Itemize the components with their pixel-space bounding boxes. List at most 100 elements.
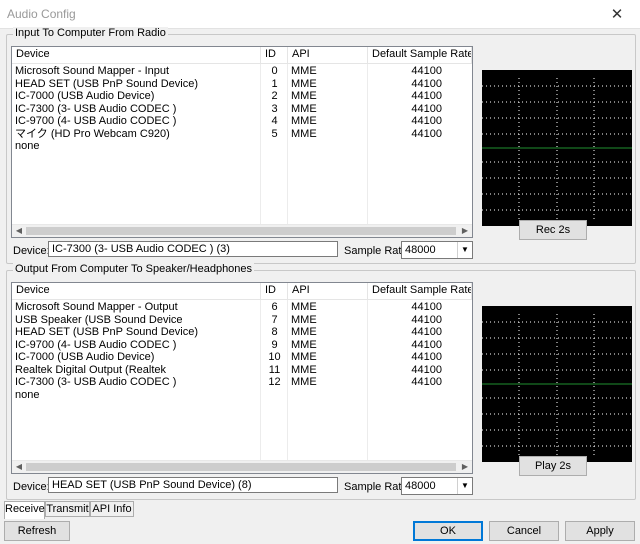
table-row[interactable]: Realtek Digital Output (Realtek 11 MME 4410… (12, 364, 472, 377)
cell-device: HEAD SET (USB PnP Sound Device) (15, 77, 199, 90)
table-row[interactable]: Microsoft Sound Mapper - Input 0 MME 44100 (12, 65, 472, 78)
output-device-list[interactable]: Device ID API Default Sample Rate Micros… (11, 282, 473, 474)
cell-device: IC-7300 (3- USB Audio CODEC ) (15, 376, 177, 388)
cell-sample-rate: 44100 (411, 313, 442, 326)
table-row[interactable]: HEAD SET (USB PnP Sound Device) 8 MME 44100 (12, 326, 472, 339)
close-icon[interactable]: ✕ (594, 0, 640, 28)
column-header-api[interactable]: API (288, 283, 368, 299)
table-row[interactable]: none (12, 389, 472, 402)
output-sample-rate-select[interactable]: 48000 ▼ (401, 477, 473, 495)
scroll-left-icon[interactable]: ◀ (12, 461, 26, 473)
list-header: Device ID API Default Sample Rate (12, 283, 472, 300)
cell-sample-rate: 44100 (411, 65, 442, 77)
scroll-thumb[interactable] (26, 227, 456, 235)
chevron-down-icon[interactable]: ▼ (457, 478, 472, 494)
apply-button[interactable]: Apply (565, 521, 635, 541)
input-group: Input To Computer From Radio Device ID A… (6, 27, 636, 264)
cell-sample-rate: 44100 (411, 77, 442, 90)
cell-sample-rate: 44100 (411, 90, 442, 102)
rec-2s-button[interactable]: Rec 2s (519, 220, 587, 240)
output-device-label: Device: (13, 481, 50, 493)
cell-id: 6 (271, 301, 278, 313)
input-list-hscrollbar[interactable]: ◀ ▶ (12, 224, 472, 237)
column-header-id[interactable]: ID (261, 283, 288, 299)
cell-api: MME (291, 301, 317, 313)
column-header-id[interactable]: ID (261, 47, 288, 63)
cell-device: IC-7300 (3- USB Audio CODEC ) (15, 102, 177, 115)
cell-sample-rate: 44100 (411, 102, 442, 115)
cell-api: MME (291, 77, 317, 90)
output-group: Output From Computer To Speaker/Headphon… (6, 263, 636, 500)
table-row[interactable]: IC-7000 (USB Audio Device) 2 MME 44100 (12, 90, 472, 103)
table-row[interactable]: IC-7000 (USB Audio Device) 10 MME 44100 (12, 351, 472, 364)
cell-id: 10 (268, 351, 281, 363)
input-device-field[interactable]: IC-7300 (3- USB Audio CODEC ) (3) (48, 241, 338, 257)
tab-transmit[interactable]: Transmit (45, 501, 90, 517)
cell-device: IC-7000 (USB Audio Device) (15, 90, 155, 102)
cell-sample-rate: 44100 (411, 115, 442, 127)
cell-id: 0 (271, 65, 278, 77)
refresh-button[interactable]: Refresh (4, 521, 70, 541)
cell-id: 1 (271, 77, 278, 90)
play-2s-button[interactable]: Play 2s (519, 456, 587, 476)
cell-device: none (15, 388, 40, 401)
output-list-hscrollbar[interactable]: ◀ ▶ (12, 460, 472, 473)
input-level-scope (482, 70, 632, 226)
cell-id: 4 (271, 115, 278, 127)
input-group-label: Input To Computer From Radio (13, 27, 168, 39)
scroll-thumb[interactable] (26, 463, 456, 471)
cell-api: MME (291, 115, 317, 127)
cell-api: MME (291, 351, 317, 363)
cell-id: 9 (271, 338, 278, 351)
table-row[interactable]: IC-7300 (3- USB Audio CODEC ) 12 MME 44100 (12, 376, 472, 389)
cell-sample-rate: 44100 (411, 351, 442, 363)
cell-id: 11 (268, 363, 281, 376)
input-device-list[interactable]: Device ID API Default Sample Rate Micros… (11, 46, 473, 238)
cell-api: MME (291, 338, 317, 351)
cancel-button[interactable]: Cancel (489, 521, 559, 541)
cell-id: 7 (271, 313, 278, 326)
cell-device: IC-7000 (USB Audio Device) (15, 351, 155, 363)
title-bar: Audio Config ✕ (0, 0, 640, 28)
table-row[interactable]: USB Speaker (USB Sound Device 7 MME 44100 (12, 314, 472, 327)
tab-receive[interactable]: Receive (4, 501, 45, 519)
table-row[interactable]: IC-9700 (4- USB Audio CODEC ) 9 MME 44100 (12, 339, 472, 352)
tab-api-info[interactable]: API Info (90, 501, 134, 517)
cell-api: MME (291, 363, 317, 376)
cell-sample-rate: 44100 (411, 301, 442, 313)
chevron-down-icon[interactable]: ▼ (457, 242, 472, 258)
output-device-field[interactable]: HEAD SET (USB PnP Sound Device) (8) (48, 477, 338, 493)
cell-api: MME (291, 127, 317, 140)
cell-id: 2 (271, 90, 278, 102)
table-row[interactable]: Microsoft Sound Mapper - Output 6 MME 44100 (12, 301, 472, 314)
table-row[interactable]: HEAD SET (USB PnP Sound Device) 1 MME 44100 (12, 78, 472, 91)
cell-device: none (15, 140, 40, 152)
cell-device: マイク (HD Pro Webcam C920) (15, 127, 170, 140)
cell-api: MME (291, 313, 317, 326)
column-header-device[interactable]: Device (12, 47, 261, 63)
cell-sample-rate: 44100 (411, 338, 442, 351)
column-header-device[interactable]: Device (12, 283, 261, 299)
cell-device: HEAD SET (USB PnP Sound Device) (15, 326, 199, 338)
cell-api: MME (291, 102, 317, 115)
scroll-right-icon[interactable]: ▶ (458, 225, 472, 237)
input-device-label: Device: (13, 245, 50, 257)
column-header-sample-rate[interactable]: Default Sample Rate (368, 47, 472, 63)
cell-sample-rate: 44100 (411, 363, 442, 376)
scroll-left-icon[interactable]: ◀ (12, 225, 26, 237)
column-header-sample-rate[interactable]: Default Sample Rate (368, 283, 472, 299)
cell-sample-rate: 44100 (411, 326, 442, 338)
table-row[interactable]: マイク (HD Pro Webcam C920) 5 MME 44100 (12, 128, 472, 141)
scroll-right-icon[interactable]: ▶ (458, 461, 472, 473)
ok-button[interactable]: OK (413, 521, 483, 541)
output-group-label: Output From Computer To Speaker/Headphon… (13, 263, 255, 275)
cell-device: IC-9700 (4- USB Audio CODEC ) (15, 115, 177, 127)
input-sample-rate-select[interactable]: 48000 ▼ (401, 241, 473, 259)
table-row[interactable]: IC-9700 (4- USB Audio CODEC ) 4 MME 44100 (12, 115, 472, 128)
column-header-api[interactable]: API (288, 47, 368, 63)
table-row[interactable]: IC-7300 (3- USB Audio CODEC ) 3 MME 44100 (12, 103, 472, 116)
cell-id: 12 (268, 376, 281, 388)
table-row[interactable]: none (12, 140, 472, 153)
cell-id: 5 (271, 127, 278, 140)
cell-api: MME (291, 90, 317, 102)
